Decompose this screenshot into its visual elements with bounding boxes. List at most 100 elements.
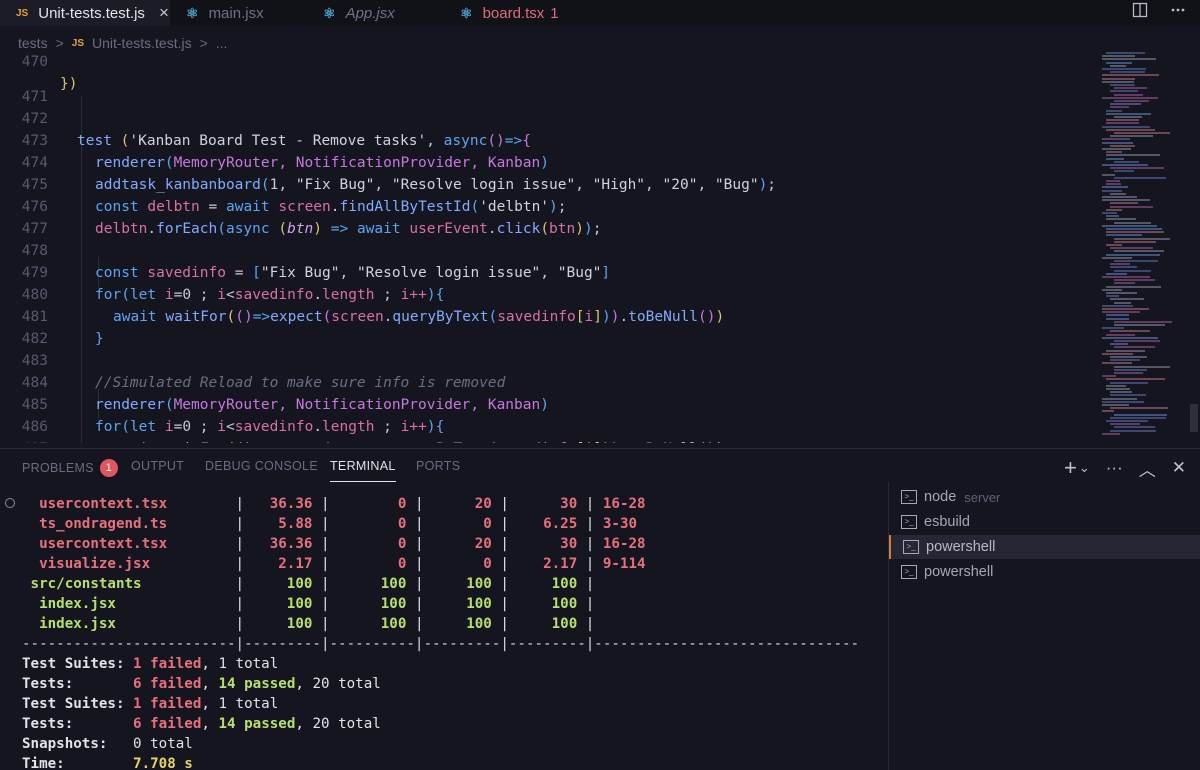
minimap-line — [1106, 253, 1161, 256]
minimap-line — [1102, 432, 1120, 435]
minimap-line — [1102, 77, 1136, 80]
terminal-item-esbuild[interactable]: >_ esbuild — [889, 510, 1200, 534]
minimap-line — [1114, 87, 1148, 90]
minimap-line — [1110, 298, 1144, 301]
minimap-line — [1102, 288, 1122, 291]
minimap-line — [1102, 199, 1151, 202]
minimap-line — [1110, 144, 1135, 147]
tab-problems[interactable]: PROBLEMS 1 — [22, 459, 118, 477]
minimap-line — [1106, 388, 1130, 390]
minimap-line — [1114, 176, 1167, 179]
minimap-line — [1114, 372, 1143, 374]
code-line: 477 — [21, 221, 48, 237]
test-summary-line: Tests: 6 failed, 14 passed, 20 total — [22, 716, 381, 732]
minimap-line — [1110, 192, 1127, 195]
tab-label: main.jsx — [208, 4, 264, 22]
minimap-line — [1106, 109, 1123, 112]
minimap-line — [1102, 55, 1136, 58]
terminal-icon: >_ — [903, 540, 919, 554]
editor-scrollbar[interactable] — [1190, 404, 1198, 432]
close-icon[interactable]: ✕ — [1172, 458, 1186, 478]
problem-count-badge: 1 — [550, 4, 559, 22]
tab-ports[interactable]: PORTS — [416, 459, 460, 473]
coverage-row: usercontext.tsx | 36.36 | 0 | 20 | 30 | … — [22, 536, 646, 552]
minimap-line — [1114, 346, 1156, 349]
minimap-line — [1106, 112, 1151, 115]
tab-unit-tests[interactable]: JS Unit-tests.test.js × — [0, 0, 170, 26]
code-line: 484 renderer(MemoryRouter, NotificationP… — [21, 375, 549, 413]
terminal-output[interactable]: usercontext.tsx | 36.36 | 0 | 20 | 30 | … — [0, 482, 880, 770]
minimap-line — [1106, 208, 1122, 211]
minimap-line — [1106, 180, 1121, 182]
minimap-line — [1102, 212, 1118, 214]
problems-count-badge: 1 — [99, 459, 118, 477]
terminal-icon: >_ — [901, 490, 917, 504]
maximize-panel-icon[interactable]: ︿ — [1139, 456, 1156, 481]
minimap-line — [1110, 84, 1136, 86]
minimap-line — [1102, 68, 1147, 70]
minimap-line — [1110, 343, 1129, 346]
minimap-line — [1106, 234, 1142, 237]
minimap-line — [1110, 330, 1151, 333]
minimap-line — [1102, 148, 1132, 150]
minimap-line — [1110, 429, 1156, 432]
minimap-line — [1114, 221, 1152, 224]
test-summary-line: Test Suites: 1 failed, 1 total — [22, 696, 279, 712]
more-actions-icon[interactable] — [1170, 2, 1186, 18]
minimap-line — [1110, 71, 1146, 74]
minimap-line — [1102, 327, 1125, 330]
minimap-line — [1114, 132, 1171, 134]
close-icon[interactable]: × — [159, 3, 169, 23]
terminal-item-powershell[interactable]: >_ powershell — [889, 535, 1200, 559]
minimap-line — [1114, 413, 1167, 416]
minimap-line — [1114, 240, 1157, 243]
tab-board-tsx[interactable]: ⚛ board.tsx 1 — [460, 0, 559, 26]
code-line: 478 const savedinfo = ["Fix Bug", "Resol… — [21, 243, 611, 281]
minimap-line — [1102, 80, 1135, 83]
minimap-line — [1102, 173, 1115, 176]
editor-tab-bar: JS Unit-tests.test.js × ⚛ main.jsx ⚛ App… — [0, 0, 1200, 26]
minimap-line — [1114, 160, 1139, 163]
minimap-line — [1114, 269, 1151, 272]
terminal-item-powershell[interactable]: >_ powershell — [889, 560, 1200, 584]
minimap-line — [1114, 250, 1164, 253]
minimap[interactable] — [1102, 52, 1182, 437]
split-editor-icon[interactable] — [1132, 2, 1148, 18]
tab-main-jsx[interactable]: ⚛ main.jsx — [186, 0, 264, 26]
more-actions-icon[interactable]: ··· — [1106, 458, 1123, 478]
minimap-line — [1106, 285, 1161, 288]
minimap-line — [1110, 106, 1129, 109]
terminal-item-node[interactable]: >_ node server — [889, 485, 1200, 509]
minimap-line — [1106, 272, 1127, 275]
minimap-line — [1102, 336, 1159, 339]
minimap-line — [1114, 279, 1155, 282]
minimap-line — [1110, 263, 1131, 266]
minimap-line — [1114, 282, 1135, 285]
minimap-line — [1106, 218, 1137, 221]
time-line: Time: 7.708 s — [22, 756, 193, 770]
tab-debug-console[interactable]: DEBUG CONSOLE — [205, 459, 318, 473]
code-line: 472 test ('Kanban Board Test - Remove ta… — [21, 111, 531, 149]
new-terminal-icon[interactable]: + — [1064, 455, 1077, 481]
snapshots-line: Snapshots: 0 total — [22, 736, 193, 752]
minimap-line — [1106, 128, 1155, 131]
tab-app-jsx[interactable]: ⚛ App.jsx — [323, 0, 395, 26]
tab-label: board.tsx — [482, 4, 545, 22]
minimap-line — [1110, 247, 1154, 250]
minimap-line — [1102, 308, 1149, 310]
minimap-line — [1102, 74, 1160, 77]
code-editor[interactable]: 470 }) 471 472 test ('Kanban Board Test … — [0, 40, 1090, 443]
minimap-line — [1102, 164, 1148, 166]
minimap-line — [1102, 138, 1130, 141]
tab-output[interactable]: OUTPUT — [131, 459, 184, 473]
terminal-list: >_ node server >_ esbuild >_ powershell >… — [888, 482, 1200, 770]
code-line: 474 addtask_kanbanboard(1, "Fix Bug", "R… — [21, 155, 777, 193]
minimap-line — [1106, 384, 1126, 387]
minimap-line — [1110, 64, 1126, 67]
tab-terminal[interactable]: TERMINAL — [330, 459, 396, 482]
minimap-line — [1102, 311, 1140, 314]
minimap-line — [1106, 151, 1123, 154]
minimap-line — [1102, 58, 1157, 61]
chevron-down-icon[interactable]: ⌄ — [1079, 460, 1090, 476]
panel-tab-bar: PROBLEMS 1 OUTPUT DEBUG CONSOLE TERMINAL … — [0, 448, 1200, 483]
